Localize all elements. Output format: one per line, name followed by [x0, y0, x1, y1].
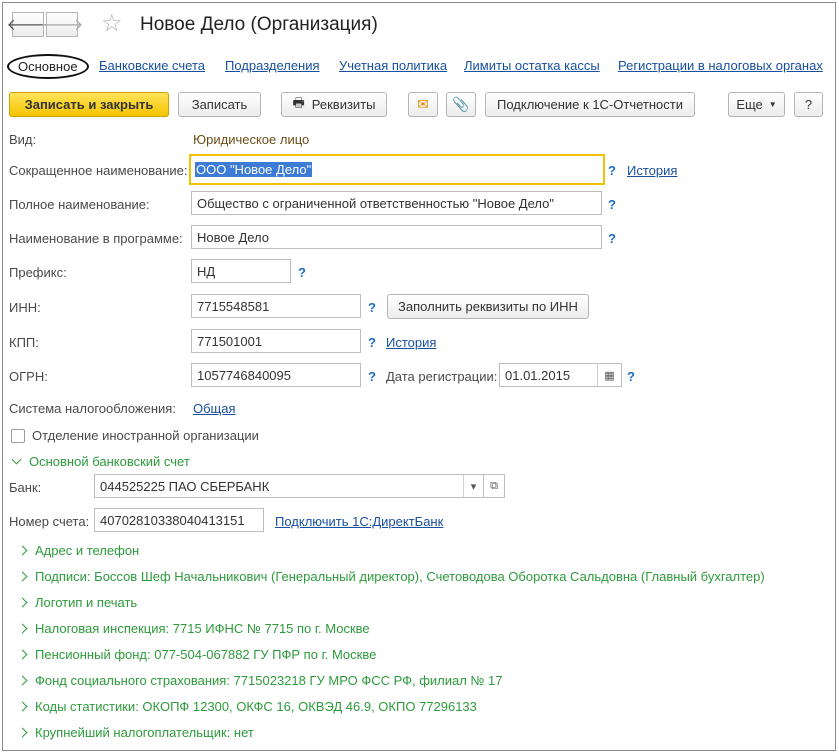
tab-accounting-policy[interactable]: Учетная политика [339, 58, 447, 73]
chevron-right-icon [17, 701, 28, 712]
group-tax-office[interactable]: Налоговая инспекция: 7715 ИФНС № 7715 по… [17, 621, 370, 636]
inn-help[interactable]: ? [368, 300, 376, 315]
requisites-button[interactable]: 🖶 Реквизиты [281, 92, 387, 117]
kpp-help[interactable]: ? [368, 335, 376, 350]
save-and-close-button[interactable]: Записать и закрыть [9, 92, 169, 117]
chevron-right-icon [17, 545, 28, 556]
prefix-input[interactable]: НД [191, 259, 291, 283]
chevron-right-icon [17, 571, 28, 582]
bank-input[interactable]: 044525225 ПАО СБЕРБАНК ▾ [94, 474, 484, 498]
paperclip-icon: 📎 [452, 96, 470, 112]
chevron-right-icon [17, 623, 28, 634]
group-address[interactable]: Адрес и телефон [17, 543, 140, 558]
group-label: Адрес и телефон [35, 543, 140, 558]
kpp-input[interactable]: 771501001 [191, 329, 361, 353]
printer-icon: 🖶 [292, 94, 305, 110]
bank-label: Банк: [9, 480, 42, 495]
save-button[interactable]: Записать [178, 92, 261, 117]
program-name-label: Наименование в программе: [9, 231, 183, 246]
prefix-label: Префикс: [9, 265, 67, 280]
reg-date-label: Дата регистрации: [386, 369, 498, 384]
account-input[interactable]: 40702810338040413151 [94, 508, 264, 532]
tab-tax-registrations[interactable]: Регистрации в налоговых органах [618, 58, 823, 73]
help-button[interactable]: ? [794, 92, 823, 117]
group-social-insurance[interactable]: Фонд социального страхования: 7715023218… [17, 673, 503, 688]
foreign-org-label: Отделение иностранной организации [32, 428, 259, 443]
attach-button[interactable]: 📎 [446, 92, 476, 117]
full-name-label: Полное наименование: [9, 197, 150, 212]
vid-value: Юридическое лицо [193, 132, 310, 147]
ogrn-input[interactable]: 1057746840095 [191, 363, 361, 387]
chevron-down-icon [11, 454, 22, 465]
ogrn-label: ОГРН: [9, 369, 48, 384]
kpp-label: КПП: [9, 335, 39, 350]
bank-group-label: Основной банковский счет [29, 454, 190, 469]
open-icon: ⧉ [490, 479, 498, 492]
account-label: Номер счета: [9, 514, 90, 529]
short-name-value: ООО "Новое Дело" [195, 162, 313, 177]
short-name-label: Сокращенное наименование: [9, 163, 188, 178]
bank-value: 044525225 ПАО СБЕРБАНК [100, 478, 270, 494]
star-icon[interactable]: ☆ [101, 9, 123, 38]
calendar-icon[interactable]: ▦ [597, 364, 621, 386]
group-label: Коды статистики: ОКОПФ 12300, ОКФС 16, О… [35, 699, 477, 714]
inn-input[interactable]: 7715548581 [191, 294, 361, 318]
envelope-icon: ✉ [417, 96, 429, 112]
program-name-input[interactable]: Новое Дело [191, 225, 602, 249]
group-label: Логотип и печать [35, 595, 138, 610]
short-name-history-link[interactable]: История [627, 163, 677, 178]
open-bank-button[interactable]: ⧉ [483, 474, 505, 498]
arrow-right-icon: 🡒 [40, 17, 84, 34]
group-label: Подписи: Боссов Шеф Начальникович (Генер… [35, 569, 765, 584]
full-name-input[interactable]: Общество с ограниченной ответственностью… [191, 191, 602, 215]
inn-label: ИНН: [9, 300, 41, 315]
program-name-help[interactable]: ? [608, 231, 616, 246]
group-statistics-codes[interactable]: Коды статистики: ОКОПФ 12300, ОКФС 16, О… [17, 699, 477, 714]
prefix-help[interactable]: ? [298, 265, 306, 280]
email-button[interactable]: ✉ [408, 92, 438, 117]
group-label: Налоговая инспекция: 7715 ИФНС № 7715 по… [35, 621, 370, 636]
group-label: Крупнейший налогоплательщик: нет [35, 725, 254, 740]
window-title: Новое Дело (Организация) [140, 14, 378, 35]
tax-system-label: Система налогообложения: [9, 401, 176, 416]
group-pension-fund[interactable]: Пенсионный фонд: 077-504-067882 ГУ ПФР п… [17, 647, 377, 662]
form-window: 🡐 🡒 ☆ Новое Дело (Организация) Основное … [2, 2, 836, 751]
group-label: Пенсионный фонд: 077-504-067882 ГУ ПФР п… [35, 647, 377, 662]
group-label: Фонд социального страхования: 7715023218… [35, 673, 503, 688]
caret-down-icon: ▼ [768, 100, 777, 109]
group-signatures[interactable]: Подписи: Боссов Шеф Начальникович (Генер… [17, 569, 765, 584]
connect-reporting-button[interactable]: Подключение к 1С-Отчетности [485, 92, 695, 117]
kpp-history-link[interactable]: История [386, 335, 436, 350]
chevron-right-icon [17, 675, 28, 686]
tab-cash-limits[interactable]: Лимиты остатка кассы [464, 58, 600, 73]
more-button[interactable]: Еще ▼ [728, 92, 785, 117]
forward-button[interactable]: 🡒 [41, 12, 83, 37]
fill-by-inn-button[interactable]: Заполнить реквизиты по ИНН [387, 294, 589, 319]
tab-bank-accounts[interactable]: Банковские счета [99, 58, 205, 73]
tab-main[interactable]: Основное [7, 54, 89, 79]
tax-system-link[interactable]: Общая [193, 401, 236, 416]
foreign-org-checkbox[interactable] [11, 429, 25, 443]
chevron-right-icon [17, 727, 28, 738]
reg-date-input[interactable]: 01.01.2015 ▦ [499, 363, 622, 387]
chevron-right-icon [17, 649, 28, 660]
ogrn-help[interactable]: ? [368, 369, 376, 384]
direct-bank-link[interactable]: Подключить 1С:ДиректБанк [275, 514, 443, 529]
reg-date-help[interactable]: ? [627, 369, 635, 384]
tab-divisions[interactable]: Подразделения [225, 58, 320, 73]
reg-date-value: 01.01.2015 [505, 367, 571, 383]
requisites-label: Реквизиты [311, 97, 376, 112]
short-name-help[interactable]: ? [608, 163, 616, 178]
vid-label: Вид: [9, 132, 37, 147]
more-label: Еще [736, 97, 763, 112]
caret-down-icon[interactable]: ▾ [463, 475, 483, 497]
full-name-help[interactable]: ? [608, 197, 616, 212]
bank-group-toggle[interactable]: Основной банковский счет [11, 454, 190, 469]
group-largest-taxpayer[interactable]: Крупнейший налогоплательщик: нет [17, 725, 254, 740]
back-button[interactable]: 🡐 [7, 12, 49, 37]
group-logo[interactable]: Логотип и печать [17, 595, 138, 610]
chevron-right-icon [17, 597, 28, 608]
short-name-input[interactable]: ООО "Новое Дело" [189, 154, 605, 185]
